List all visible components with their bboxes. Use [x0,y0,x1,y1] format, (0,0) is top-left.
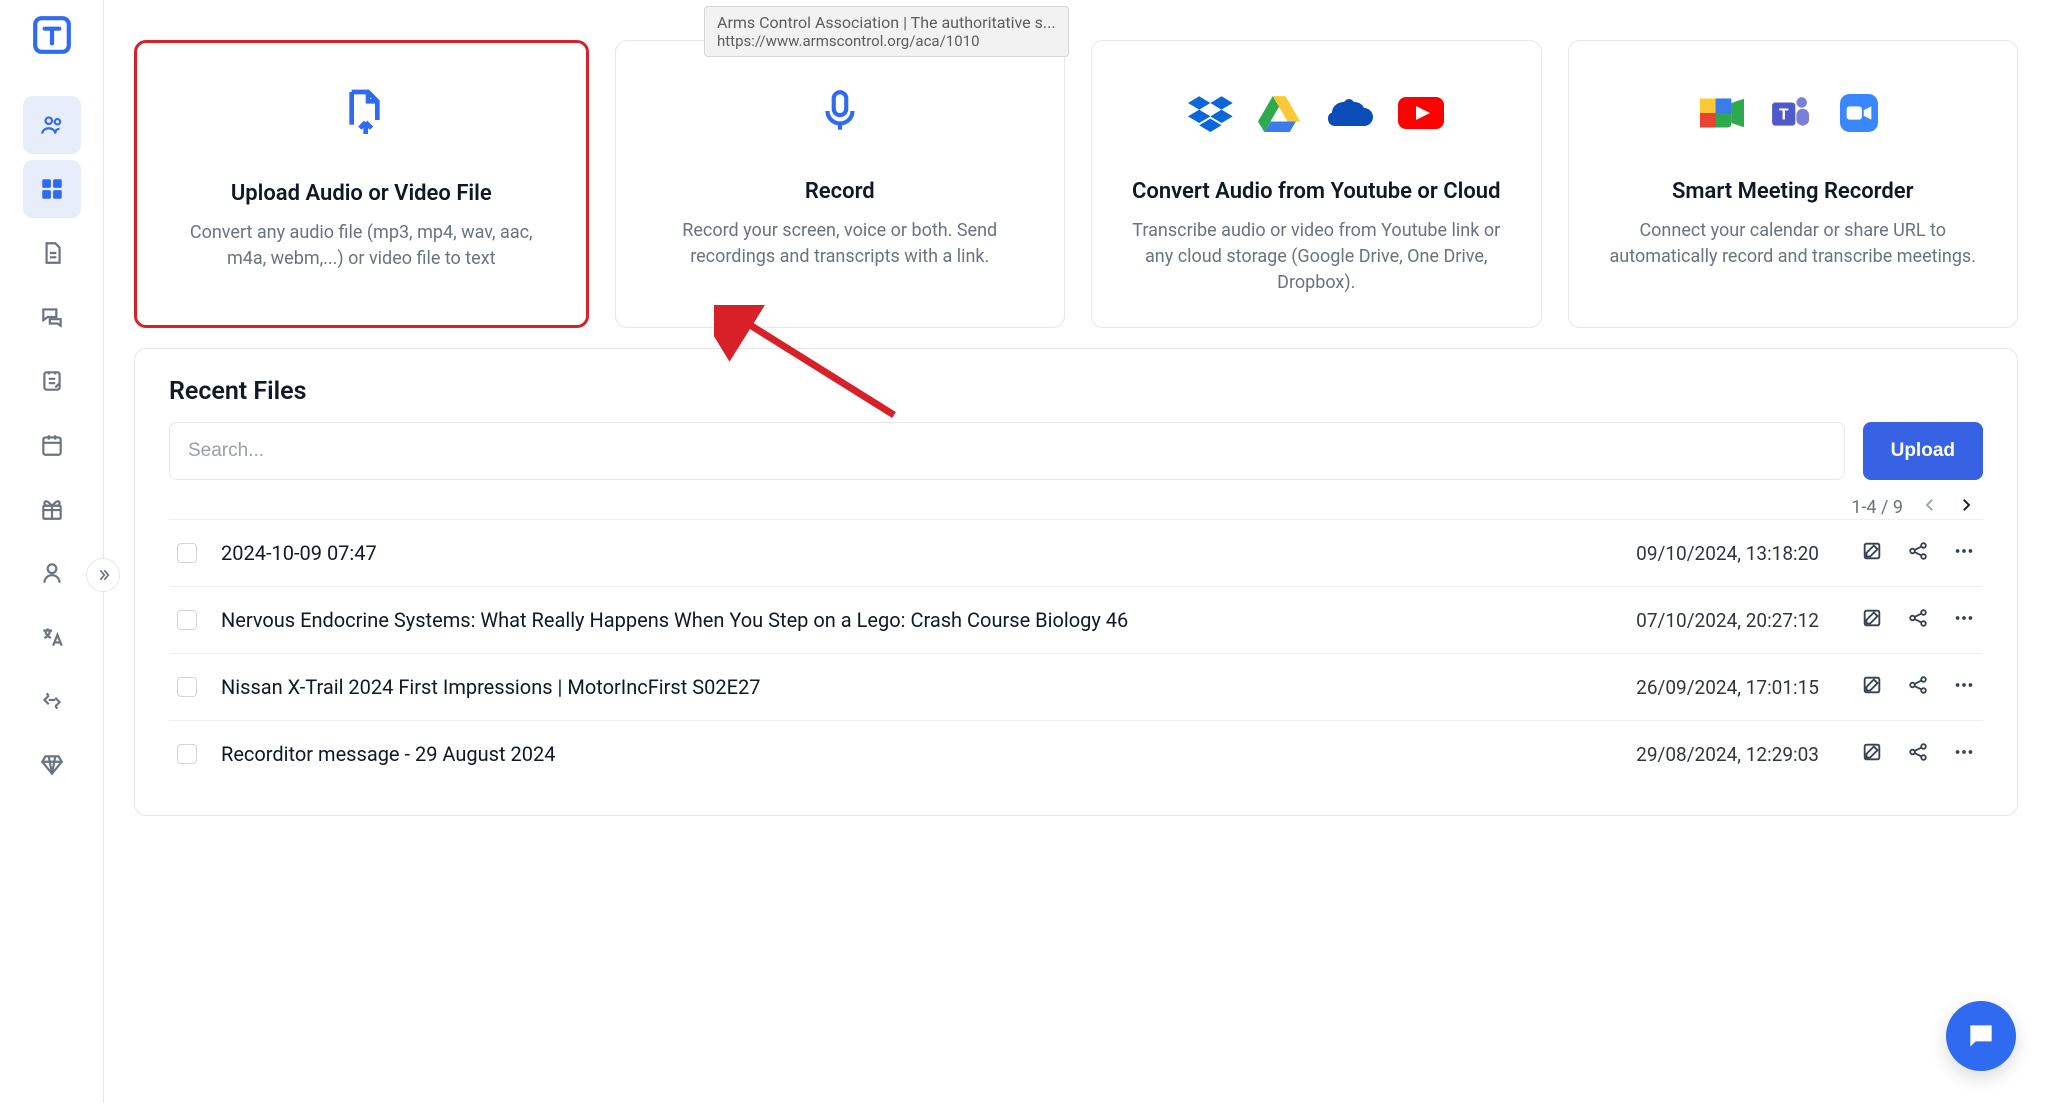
file-checkbox[interactable] [177,744,197,764]
prev-page-button[interactable] [1921,496,1939,519]
page-info: 1-4 / 9 [1851,497,1903,518]
nav-gift-icon[interactable] [23,480,81,538]
edit-icon[interactable] [1861,540,1883,566]
browser-tooltip: Arms Control Association | The authorita… [704,6,1069,57]
next-page-button[interactable] [1957,496,1975,519]
more-icon[interactable] [1953,674,1975,700]
file-row[interactable]: Recorditor message - 29 August 2024 29/0… [169,720,1983,787]
recent-heading: Recent Files [169,377,1983,406]
card-record-desc: Record your screen, voice or both. Send … [650,218,1030,270]
svg-text:T: T [1779,104,1789,123]
file-name: Nervous Endocrine Systems: What Really H… [221,608,1565,632]
file-row[interactable]: 2024-10-09 07:47 09/10/2024, 13:18:20 [169,519,1983,586]
file-name: Nissan X-Trail 2024 First Impressions | … [221,675,1565,699]
card-meeting[interactable]: T Smart Meeting Recorder Connect your ca… [1568,40,2019,328]
file-checkbox[interactable] [177,610,197,630]
zoom-icon [1840,94,1886,132]
share-icon[interactable] [1907,540,1929,566]
microphone-icon [815,86,865,140]
card-cloud-title: Convert Audio from Youtube or Cloud [1132,179,1500,204]
more-icon[interactable] [1953,607,1975,633]
card-record-title: Record [805,179,875,204]
file-date: 29/08/2024, 12:29:03 [1589,743,1819,766]
file-checkbox[interactable] [177,543,197,563]
card-upload-desc: Convert any audio file (mp3, mp4, wav, a… [171,220,551,272]
file-date: 07/10/2024, 20:27:12 [1589,609,1819,632]
share-icon[interactable] [1907,674,1929,700]
edit-icon[interactable] [1861,607,1883,633]
card-record[interactable]: Record Record your screen, voice or both… [615,40,1066,328]
file-name: Recorditor message - 29 August 2024 [221,742,1565,766]
nav-plug-icon[interactable] [23,672,81,730]
main-content: Arms Control Association | The authorita… [104,0,2048,1103]
card-cloud[interactable]: Convert Audio from Youtube or Cloud Tran… [1091,40,1542,328]
google-meet-icon [1700,94,1746,132]
nav-diamond-icon[interactable] [23,736,81,794]
youtube-icon [1398,94,1444,132]
nav-team-icon[interactable] [23,96,81,154]
edit-icon[interactable] [1861,674,1883,700]
chat-bubble-button[interactable] [1946,1001,2016,1071]
file-date: 09/10/2024, 13:18:20 [1589,542,1819,565]
share-icon[interactable] [1907,741,1929,767]
nav-calendar-icon[interactable] [23,416,81,474]
more-icon[interactable] [1953,540,1975,566]
upload-button[interactable]: Upload [1863,422,1983,480]
card-upload[interactable]: Upload Audio or Video File Convert any a… [134,40,589,328]
file-row[interactable]: Nissan X-Trail 2024 First Impressions | … [169,653,1983,720]
card-meeting-desc: Connect your calendar or share URL to au… [1603,218,1983,270]
google-drive-icon [1258,94,1304,132]
dropbox-icon [1188,94,1234,132]
nav-document-icon[interactable] [23,224,81,282]
tooltip-title: Arms Control Association | The authorita… [717,13,1056,32]
file-name: 2024-10-09 07:47 [221,541,1565,565]
upload-file-icon [333,85,389,145]
edit-icon[interactable] [1861,741,1883,767]
nav-chat-icon[interactable] [23,288,81,346]
teams-icon: T [1770,94,1816,132]
nav-profile-icon[interactable] [23,544,81,602]
nav-dashboard-icon[interactable] [23,160,81,218]
recent-panel: Recent Files Upload 1-4 / 9 2024-10-09 0… [134,348,2018,816]
file-checkbox[interactable] [177,677,197,697]
nav-notes-icon[interactable] [23,352,81,410]
share-icon[interactable] [1907,607,1929,633]
app-logo [31,14,73,56]
card-cloud-desc: Transcribe audio or video from Youtube l… [1126,218,1506,296]
card-meeting-title: Smart Meeting Recorder [1672,179,1914,204]
file-row[interactable]: Nervous Endocrine Systems: What Really H… [169,586,1983,653]
card-upload-title: Upload Audio or Video File [231,181,492,206]
nav-translate-icon[interactable] [23,608,81,666]
onedrive-icon [1328,94,1374,132]
sidebar [0,0,104,1103]
file-date: 26/09/2024, 17:01:15 [1589,676,1819,699]
tooltip-url: https://www.armscontrol.org/aca/1010 [717,32,1056,50]
search-input[interactable] [169,422,1845,480]
more-icon[interactable] [1953,741,1975,767]
